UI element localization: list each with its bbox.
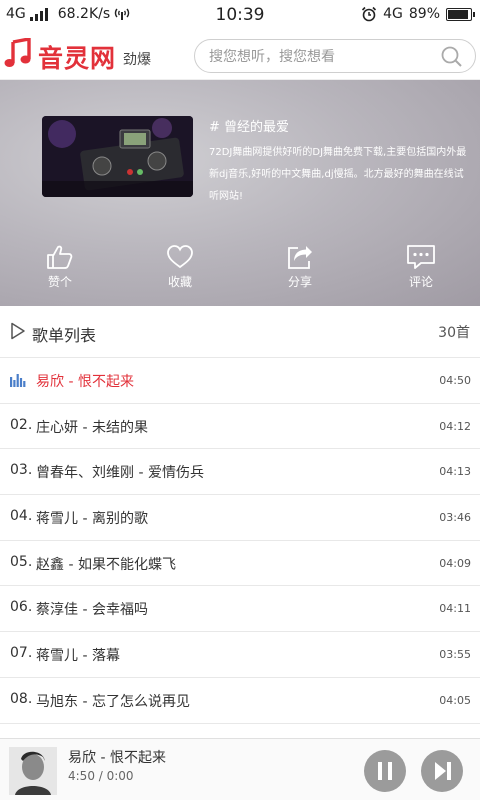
app-logo[interactable]: 音灵网 — [38, 39, 116, 75]
next-button[interactable] — [421, 750, 463, 792]
song-list-header: 歌单列表 30首 — [0, 306, 480, 358]
song-title: 蔡淳佳 - 会幸福吗 — [36, 602, 148, 619]
now-playing-icon — [10, 374, 26, 387]
search-input[interactable] — [209, 46, 429, 68]
share-label: 分享 — [287, 275, 312, 289]
mini-player: 易欣 - 恨不起来 4:50 / 0:00 — [0, 738, 480, 800]
song-title: 蒋雪儿 - 落幕 — [36, 648, 120, 665]
song-duration: 04:50 — [439, 374, 471, 387]
battery-percent: 89% — [408, 6, 440, 22]
song-row[interactable]: 08. 马旭东 - 忘了怎么说再见 04:05 — [0, 677, 480, 724]
song-row[interactable]: 04. 蒋雪儿 - 离别的歌 03:46 — [0, 495, 480, 541]
playlist-title: # 曾经的最爱 — [209, 120, 290, 135]
next-icon — [435, 762, 451, 780]
thumbs-up-icon — [47, 245, 73, 269]
song-row[interactable]: 02. 庄心妍 - 未结的果 04:12 — [0, 403, 480, 450]
pause-button[interactable] — [364, 750, 406, 792]
song-row[interactable]: 05. 赵鑫 - 如果不能化蝶飞 04:09 — [0, 540, 480, 587]
comment-icon — [407, 245, 435, 269]
network-type-right: 4G — [383, 6, 403, 22]
song-number: 04. — [10, 508, 33, 525]
dj-mixer-image — [42, 116, 193, 197]
play-all-icon[interactable] — [10, 322, 26, 340]
search-icon[interactable] — [441, 46, 463, 68]
song-title: 蒋雪儿 - 离别的歌 — [36, 511, 148, 528]
song-row[interactable]: 易欣 - 恨不起来 04:50 — [0, 358, 480, 404]
like-label: 赞个 — [47, 275, 72, 289]
song-duration: 04:09 — [439, 556, 471, 570]
song-title: 赵鑫 - 如果不能化蝶飞 — [36, 556, 176, 573]
now-playing-title: 易欣 - 恨不起来 — [68, 750, 166, 766]
pause-icon — [378, 762, 392, 780]
song-title: 庄心妍 - 未结的果 — [36, 419, 148, 436]
song-count: 30首 — [438, 325, 470, 341]
playlist-cover[interactable] — [42, 116, 193, 197]
song-row[interactable]: 03. 曾春年、刘维刚 - 爱情伤兵 04:13 — [0, 449, 480, 496]
status-right: 4G 89% — [361, 6, 475, 22]
song-row[interactable]: 07. 蒋雪儿 - 落幕 03:55 — [0, 632, 480, 678]
status-bar: 4G 68.2K/s 10:39 4G 89% — [0, 0, 480, 30]
share-icon — [288, 246, 312, 269]
favorite-label: 收藏 — [167, 275, 192, 289]
playlist-description: 72DJ舞曲网提供好听的DJ舞曲免费下载,主要包括国内外最新dj音乐,好听的中文… — [209, 147, 467, 202]
favorite-button[interactable]: 收藏 — [150, 244, 210, 290]
search-box[interactable] — [194, 39, 476, 73]
song-title: 马旭东 - 忘了怎么说再见 — [36, 693, 190, 710]
song-duration: 04:05 — [439, 693, 471, 707]
song-row[interactable]: 06. 蔡淳佳 - 会幸福吗 04:11 — [0, 586, 480, 633]
album-thumbnail[interactable] — [9, 747, 57, 795]
now-playing-time: 4:50 / 0:00 — [68, 769, 134, 783]
song-number: 07. — [10, 645, 33, 662]
song-duration: 03:55 — [439, 648, 471, 662]
song-list: 易欣 - 恨不起来 04:50 02. 庄心妍 - 未结的果 04:12 03.… — [0, 358, 480, 724]
comment-label: 评论 — [408, 275, 433, 289]
song-duration: 04:13 — [439, 465, 471, 479]
like-button[interactable]: 赞个 — [30, 244, 90, 290]
song-duration: 04:12 — [439, 419, 471, 433]
action-bar: 赞个 收藏 分享 评论 — [0, 244, 480, 296]
artist-photo — [9, 747, 57, 795]
battery-icon — [446, 7, 475, 21]
app-header: 音灵网 劲爆 — [0, 30, 480, 80]
song-number: 03. — [10, 462, 33, 479]
song-number: 08. — [10, 690, 33, 707]
song-number: 05. — [10, 553, 33, 570]
music-note-icon — [4, 38, 31, 67]
song-title: 易欣 - 恨不起来 — [36, 374, 134, 390]
category-label[interactable]: 劲爆 — [123, 49, 151, 69]
song-number: 02. — [10, 416, 33, 433]
heart-icon — [167, 245, 193, 269]
song-duration: 03:46 — [439, 511, 471, 525]
song-duration: 04:11 — [439, 602, 471, 616]
playlist-banner: # 曾经的最爱 72DJ舞曲网提供好听的DJ舞曲免费下载,主要包括国内外最新dj… — [0, 80, 480, 306]
song-number: 06. — [10, 599, 33, 616]
comment-button[interactable]: 评论 — [391, 244, 451, 290]
song-title: 曾春年、刘维刚 - 爱情伤兵 — [36, 465, 204, 482]
alarm-icon — [362, 6, 377, 22]
song-list-title: 歌单列表 — [32, 326, 97, 345]
share-button[interactable]: 分享 — [270, 244, 330, 290]
